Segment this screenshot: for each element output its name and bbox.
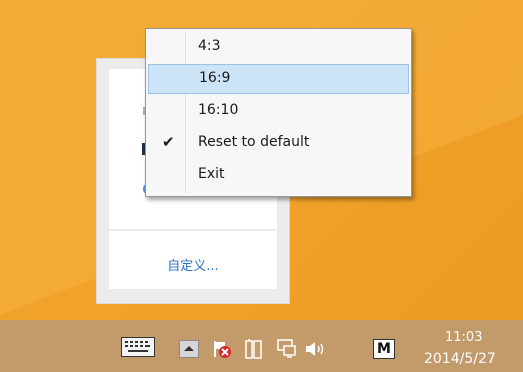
ime-mode-icon[interactable]: M — [373, 339, 395, 359]
taskbar: M 11:03 2014/5/27 — [0, 320, 523, 372]
context-menu: 4:3 16:9 16:10 ✔ Reset to default Exit — [145, 28, 412, 197]
menu-item-label: Reset to default — [198, 134, 310, 150]
menu-item-16-10[interactable]: 16:10 — [148, 96, 409, 126]
network-icon[interactable] — [276, 338, 298, 364]
menu-item-reset-to-default[interactable]: ✔ Reset to default — [148, 128, 409, 158]
keyboard-icon[interactable] — [121, 337, 155, 361]
menu-item-16-9[interactable]: 16:9 — [148, 64, 409, 94]
checkmark-icon: ✔ — [162, 133, 175, 151]
customize-link[interactable]: 自定义... — [97, 255, 289, 274]
show-hidden-icons-arrow[interactable] — [179, 340, 199, 362]
clock-date: 2014/5/27 — [424, 351, 496, 367]
menu-item-label: 4:3 — [198, 38, 221, 54]
menu-item-label: 16:10 — [198, 102, 239, 118]
clock-time: 11:03 — [445, 330, 483, 345]
power-icon[interactable] — [245, 338, 263, 364]
menu-item-label: Exit — [198, 166, 225, 182]
menu-item-exit[interactable]: Exit — [148, 160, 409, 190]
volume-icon[interactable] — [304, 340, 328, 362]
menu-item-label: 16:9 — [199, 70, 231, 86]
action-center-flag-icon[interactable] — [212, 339, 232, 363]
menu-item-4-3[interactable]: 4:3 — [148, 32, 409, 62]
